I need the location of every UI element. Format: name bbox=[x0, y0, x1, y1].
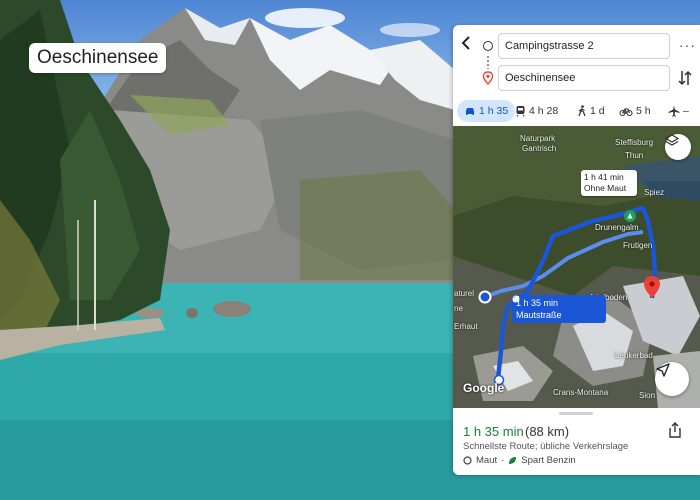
bike-icon bbox=[619, 108, 633, 117]
main-route-callout[interactable]: 1 h 35 min Mautstraße bbox=[512, 295, 606, 323]
route-form: Campingstrasse 2 Oeschinensee ··· bbox=[453, 25, 700, 97]
route-description: Schnellste Route; übliche Verkehrslage bbox=[463, 441, 629, 452]
tab-cycling-label: 5 h bbox=[636, 105, 651, 117]
main-route-time: 1 h 35 min bbox=[516, 298, 559, 308]
share-icon[interactable] bbox=[665, 420, 685, 440]
map-label-sion: Sion bbox=[639, 391, 656, 400]
tab-flights[interactable]: – bbox=[668, 100, 689, 122]
route-summary-sheet[interactable]: 1 h 35 min (88 km) Schnellste Route; übl… bbox=[453, 408, 700, 475]
route-dots-divider bbox=[487, 55, 489, 69]
toll-icon bbox=[512, 295, 520, 303]
map-view[interactable]: Naturpark Gantrisch Steffisburg Thun Spi… bbox=[453, 126, 700, 408]
destination-pin-icon bbox=[482, 71, 494, 85]
map-label-thun: Thun bbox=[625, 151, 644, 160]
map-label-naturel: aturel bbox=[454, 289, 475, 298]
toll-icon bbox=[463, 456, 472, 465]
swap-direction-icon[interactable] bbox=[677, 69, 693, 87]
route-distance: (88 km) bbox=[525, 424, 570, 439]
alternative-route-note: Ohne Maut bbox=[584, 183, 627, 193]
walk-icon bbox=[578, 105, 586, 117]
map-label-gantrisch: Gantrisch bbox=[522, 144, 557, 153]
map-label-drunengalm: Drunengalm bbox=[595, 223, 639, 232]
map-label-steffisburg: Steffisburg bbox=[615, 138, 654, 147]
map-label-ne: ne bbox=[454, 304, 463, 313]
train-icon bbox=[516, 106, 525, 117]
origin-field[interactable]: Campingstrasse 2 bbox=[498, 33, 670, 59]
main-route-time-row: 1 h 35 min bbox=[513, 296, 602, 309]
eco-leaf-icon bbox=[509, 457, 517, 464]
fuel-saving-label: Spart Benzin bbox=[521, 455, 576, 466]
route-tags: Maut · Spart Benzin bbox=[463, 455, 576, 466]
tab-walking[interactable]: 1 d bbox=[577, 100, 605, 122]
destination-field[interactable]: Oeschinensee bbox=[498, 65, 670, 91]
place-label: Oeschinensee bbox=[29, 43, 167, 73]
route-duration: 1 h 35 min bbox=[463, 424, 524, 439]
car-icon bbox=[466, 108, 474, 115]
tab-transit-label: 4 h 28 bbox=[529, 105, 559, 117]
tag-separator: · bbox=[501, 455, 505, 466]
layers-button[interactable] bbox=[665, 134, 691, 160]
map-label-crans-montana: Crans-Montana bbox=[553, 388, 609, 397]
map-label-spiez: Spiez bbox=[644, 188, 665, 197]
tab-flights-label: – bbox=[683, 105, 689, 117]
toll-label: Maut bbox=[476, 455, 498, 466]
navigation-arrow-icon bbox=[656, 363, 670, 377]
map-label-erhaut: Erhaut bbox=[454, 322, 478, 331]
tab-walking-label: 1 d bbox=[590, 105, 605, 117]
travel-mode-tabs: 1 h 35 4 h 28 1 d 5 h – bbox=[453, 100, 700, 124]
back-arrow-icon[interactable] bbox=[459, 35, 475, 51]
map-label-naturpark: Naturpark bbox=[520, 134, 556, 143]
more-options-button[interactable]: ··· bbox=[679, 37, 696, 53]
main-route-note: Mautstraße bbox=[516, 310, 562, 320]
origin-circle-icon bbox=[483, 41, 493, 51]
tab-transit[interactable]: 4 h 28 bbox=[515, 100, 558, 122]
google-logo: Google bbox=[463, 381, 505, 395]
layers-icon bbox=[665, 134, 679, 146]
map-label-leukerbad: Leukerbad bbox=[615, 351, 653, 360]
tab-driving[interactable]: 1 h 35 bbox=[457, 100, 516, 122]
plane-icon bbox=[668, 105, 680, 117]
main-route-note-row: Mautstraße bbox=[512, 295, 602, 321]
tab-driving-label: 1 h 35 bbox=[479, 105, 509, 117]
maps-directions-panel: Campingstrasse 2 Oeschinensee ··· 1 h 35… bbox=[453, 25, 700, 475]
alternative-route-time: 1 h 41 min bbox=[584, 172, 624, 182]
sheet-drag-handle[interactable] bbox=[559, 412, 593, 415]
tab-cycling[interactable]: 5 h bbox=[619, 100, 651, 122]
navigate-button[interactable] bbox=[655, 362, 689, 396]
map-label-frutigen: Frutigen bbox=[623, 241, 653, 250]
alternative-route-callout[interactable]: 1 h 41 min Ohne Maut bbox=[581, 170, 637, 196]
